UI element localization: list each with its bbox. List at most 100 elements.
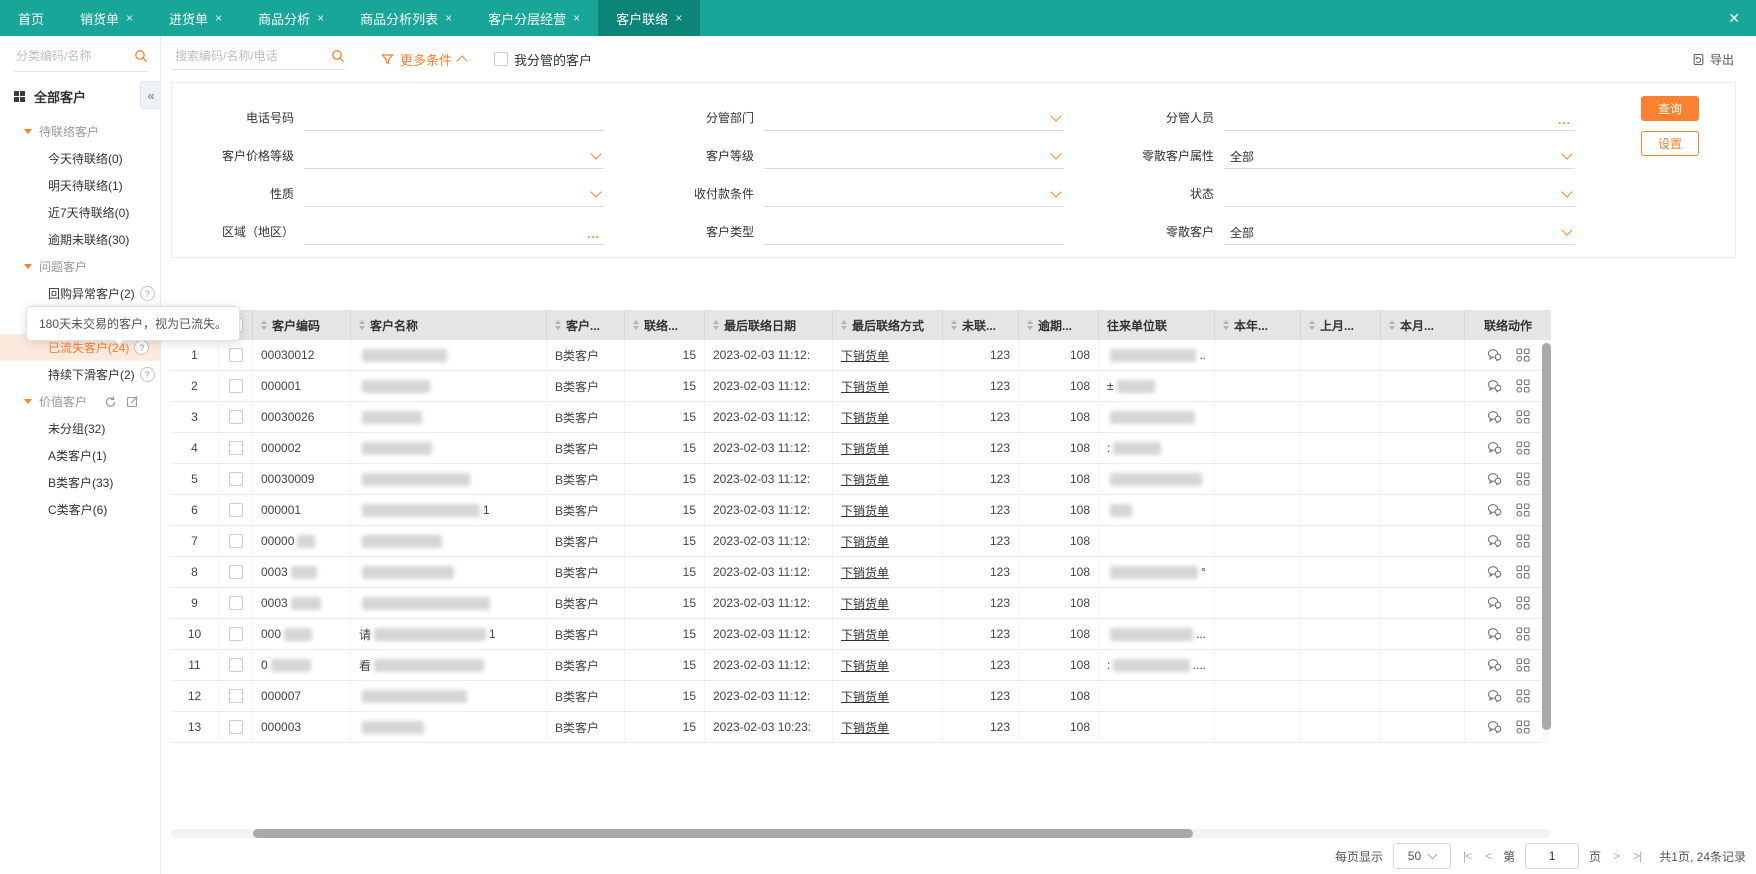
filter-select[interactable] — [764, 143, 1064, 169]
vertical-scrollbar[interactable] — [1542, 340, 1551, 743]
contact-apps-icon[interactable] — [1515, 627, 1530, 641]
wechat-contact-icon[interactable] — [1487, 441, 1502, 455]
sort-icon[interactable] — [261, 320, 267, 330]
contact-apps-icon[interactable] — [1515, 503, 1530, 517]
row-checkbox[interactable] — [228, 410, 243, 424]
last-contact-method-link[interactable]: 下销货单 — [841, 595, 889, 612]
row-checkbox[interactable] — [228, 565, 243, 579]
table-row[interactable]: 13 000003 B类客户 15 2023-02-03 10:23: 下销货单 123 10… — [171, 712, 1551, 743]
wechat-contact-icon[interactable] — [1487, 627, 1502, 641]
last-contact-method-link[interactable]: 下销货单 — [841, 409, 889, 426]
category-search-box[interactable] — [14, 48, 148, 72]
more-conditions-toggle[interactable]: 更多条件 — [381, 50, 468, 69]
page-input[interactable] — [1525, 843, 1580, 869]
sort-icon[interactable] — [841, 320, 847, 330]
wechat-contact-icon[interactable] — [1487, 720, 1502, 734]
sort-icon[interactable] — [1389, 320, 1395, 330]
tab-1[interactable]: 销货单 × — [62, 0, 151, 36]
row-checkbox[interactable] — [228, 379, 243, 393]
column-header-客户名称[interactable]: 客户名称 — [351, 310, 547, 340]
last-contact-method-link[interactable]: 下销货单 — [841, 657, 889, 674]
filter-input[interactable]: ... — [304, 219, 604, 245]
row-checkbox[interactable] — [228, 503, 243, 517]
row-checkbox[interactable] — [228, 348, 243, 362]
sidebar-item-3[interactable]: 近7天待联络(0) — [0, 199, 160, 226]
sidebar-item-13[interactable]: B类客户(33) — [0, 469, 160, 496]
refresh-icon[interactable] — [104, 395, 117, 408]
filter-select[interactable] — [1224, 181, 1575, 207]
table-row[interactable]: 5 00030009 B类客户 15 2023-02-03 11:12: 下销货单 123 1… — [171, 464, 1551, 495]
wechat-contact-icon[interactable] — [1487, 503, 1502, 517]
sidebar-group-10[interactable]: 价值客户 — [0, 388, 160, 415]
next-page-button[interactable]: > — [1611, 849, 1621, 863]
sidebar-group-0[interactable]: 待联络客户 — [0, 118, 160, 145]
close-all-tabs-icon[interactable]: ✕ — [1712, 0, 1756, 36]
wechat-contact-icon[interactable] — [1487, 410, 1502, 424]
close-tab-icon[interactable]: × — [445, 11, 452, 25]
edit-icon[interactable] — [126, 395, 139, 408]
last-contact-method-link[interactable]: 下销货单 — [841, 378, 889, 395]
filter-select[interactable] — [764, 181, 1064, 207]
wechat-contact-icon[interactable] — [1487, 379, 1502, 393]
column-header-未联...[interactable]: 未联... — [943, 310, 1019, 340]
contact-apps-icon[interactable] — [1515, 534, 1530, 548]
column-header-客户编码[interactable]: 客户编码 — [253, 310, 351, 340]
sidebar-group-5[interactable]: 问题客户 — [0, 253, 160, 280]
filter-select[interactable] — [304, 181, 604, 207]
sidebar-item-1[interactable]: 今天待联络(0) — [0, 145, 160, 172]
last-contact-method-link[interactable]: 下销货单 — [841, 502, 889, 519]
wechat-contact-icon[interactable] — [1487, 565, 1502, 579]
row-checkbox[interactable] — [228, 441, 243, 455]
sort-icon[interactable] — [555, 320, 561, 330]
wechat-contact-icon[interactable] — [1487, 472, 1502, 486]
close-tab-icon[interactable]: × — [126, 11, 133, 25]
close-tab-icon[interactable]: × — [675, 11, 682, 25]
row-checkbox[interactable] — [228, 472, 243, 486]
sort-icon[interactable] — [1027, 320, 1033, 330]
contact-apps-icon[interactable] — [1515, 348, 1530, 362]
contact-apps-icon[interactable] — [1515, 658, 1530, 672]
last-contact-method-link[interactable]: 下销货单 — [841, 688, 889, 705]
column-header-最后联络日期[interactable]: 最后联络日期 — [705, 310, 833, 340]
table-row[interactable]: 11 0 看 B类客户 15 2023-02-03 11:12: 下销货单 123 108:..… — [171, 650, 1551, 681]
sidebar-item-all-customers[interactable]: 全部客户 « — [14, 81, 161, 109]
close-tab-icon[interactable]: × — [215, 11, 222, 25]
export-button[interactable]: 导出 — [1692, 51, 1734, 68]
filter-input[interactable]: ... — [1224, 105, 1575, 131]
contact-apps-icon[interactable] — [1515, 596, 1530, 610]
my-customers-checkbox[interactable] — [494, 52, 509, 66]
wechat-contact-icon[interactable] — [1487, 534, 1502, 548]
customer-search-input[interactable] — [173, 48, 317, 64]
sidebar-item-6[interactable]: 回购异常客户(2)? — [0, 280, 160, 307]
search-icon[interactable] — [331, 49, 345, 63]
help-icon[interactable]: ? — [139, 367, 155, 382]
customer-search-box[interactable] — [173, 48, 345, 70]
table-row[interactable]: 10 000 请 1 B类客户 15 2023-02-03 11:12: 下销货单 123 108… — [171, 619, 1551, 650]
filter-select[interactable]: 全部 — [1224, 219, 1575, 245]
row-checkbox[interactable] — [228, 534, 243, 548]
contact-apps-icon[interactable] — [1515, 689, 1530, 703]
column-header-客户...[interactable]: 客户... — [547, 310, 625, 340]
column-header-本月...[interactable]: 本月... — [1381, 310, 1465, 340]
first-page-button[interactable]: |< — [1461, 849, 1473, 863]
help-icon[interactable]: ? — [139, 286, 155, 301]
tab-4[interactable]: 商品分析列表 × — [342, 0, 470, 36]
last-contact-method-link[interactable]: 下销货单 — [841, 440, 889, 457]
table-row[interactable]: 7 00000 B类客户 15 2023-02-03 11:12: 下销货单 123 108 — [171, 526, 1551, 557]
tab-5[interactable]: 客户分层经营 × — [470, 0, 598, 36]
last-contact-method-link[interactable]: 下销货单 — [841, 719, 889, 736]
row-checkbox[interactable] — [228, 689, 243, 703]
tab-0[interactable]: 首页 — [0, 0, 62, 36]
contact-apps-icon[interactable] — [1515, 565, 1530, 579]
table-row[interactable]: 4 000002 B类客户 15 2023-02-03 11:12: 下销货单 123 108… — [171, 433, 1551, 464]
collapse-sidebar-button[interactable]: « — [140, 81, 161, 109]
sidebar-item-4[interactable]: 逾期未联络(30) — [0, 226, 160, 253]
last-contact-method-link[interactable]: 下销货单 — [841, 347, 889, 364]
close-tab-icon[interactable]: × — [317, 11, 324, 25]
sort-icon[interactable] — [951, 320, 957, 330]
contact-apps-icon[interactable] — [1515, 441, 1530, 455]
wechat-contact-icon[interactable] — [1487, 596, 1502, 610]
close-tab-icon[interactable]: × — [573, 11, 580, 25]
last-contact-method-link[interactable]: 下销货单 — [841, 564, 889, 581]
table-row[interactable]: 3 00030026 B类客户 15 2023-02-03 11:12: 下销货单 123 1… — [171, 402, 1551, 433]
